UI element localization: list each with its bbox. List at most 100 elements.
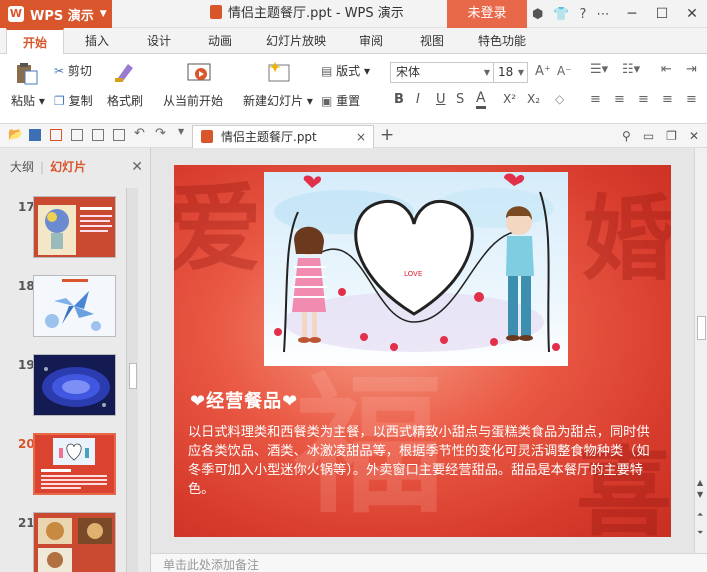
prev-slide-icon[interactable]: ⏶ [697, 510, 703, 520]
grow-font-icon[interactable]: A⁺ [535, 64, 551, 79]
shirt-icon[interactable]: 👕 [553, 7, 569, 22]
distribute-icon[interactable]: ≡ [686, 92, 697, 107]
clear-format-icon[interactable]: ◇ [555, 92, 564, 106]
scissors-icon: ✂ [54, 64, 65, 78]
panel-scroll-thumb[interactable] [129, 363, 137, 389]
tab-features[interactable]: 特色功能 [478, 28, 526, 54]
chevron-down-icon: ▼ [483, 68, 490, 77]
panel-scrollbar[interactable] [126, 188, 138, 572]
open-icon[interactable]: 📂 [8, 127, 23, 141]
window-controls: ─ ☐ ✕ [617, 0, 707, 28]
shadow-icon[interactable]: S [456, 92, 464, 107]
superscript-icon[interactable]: X² [503, 92, 516, 106]
pin-icon[interactable]: ⚲ [622, 129, 631, 143]
align-center-icon[interactable]: ≡ [614, 92, 625, 107]
more-icon[interactable]: ⋯ [596, 7, 609, 22]
tab-view[interactable]: 视图 [420, 28, 444, 54]
help-icon[interactable]: ? [580, 7, 587, 22]
title-toolbar: ⬢ 👕 ? ⋯ [532, 0, 609, 28]
subscript-icon[interactable]: X₂ [527, 92, 540, 106]
slide-body-text[interactable]: 以日式料理类和西餐类为主餐，以西式精致小甜点与蛋糕类食品为甜点，同时供应各类饮品… [188, 423, 658, 499]
find-icon[interactable] [113, 129, 125, 141]
export-pdf-icon[interactable] [50, 129, 62, 141]
tab-slideshow[interactable]: 幻灯片放映 [266, 28, 326, 54]
tab-animation[interactable]: 动画 [208, 28, 232, 54]
chevron-down-icon: ▼ [517, 68, 524, 77]
underline-icon[interactable]: U [436, 92, 446, 107]
notes-pane[interactable]: 单击此处添加备注 [151, 553, 707, 572]
format-painter-icon[interactable] [112, 60, 138, 84]
font-color-icon[interactable]: A [476, 90, 486, 109]
tab-insert[interactable]: 插入 [85, 28, 109, 54]
view-controls: ⚲ ▭ ❐ ✕ [622, 124, 707, 148]
couple-illustration: LOVE [264, 172, 568, 366]
close-tab-icon[interactable]: × [356, 126, 366, 148]
font-family-select[interactable]: 宋体 ▼ [390, 62, 494, 83]
bullets-icon[interactable]: ☰▾ [590, 62, 608, 77]
customize-icon[interactable]: ▼ [178, 127, 190, 139]
align-right-icon[interactable]: ≡ [638, 92, 649, 107]
maximize-icon[interactable]: ☐ [647, 0, 677, 28]
next-slide-icon[interactable]: ⏷ [697, 528, 703, 538]
cut-button[interactable]: ✂ 剪切 [54, 62, 92, 79]
shrink-font-icon[interactable]: A⁻ [557, 64, 572, 78]
panel-tabs: 大纲 | 幻灯片 ✕ [0, 148, 151, 184]
new-slide-icon[interactable] [266, 60, 292, 84]
tab-slides[interactable]: 幻灯片 [50, 160, 86, 174]
reset-icon: ▣ [321, 94, 333, 108]
slide-thumbnail-image [33, 512, 116, 572]
close-panel-icon[interactable]: ✕ [131, 148, 143, 186]
slide-thumbnail[interactable]: 18 [0, 275, 124, 343]
outdent-icon[interactable]: ⇥ [686, 62, 697, 77]
ppt-file-icon [201, 130, 213, 143]
slide-thumbnail-image [33, 275, 116, 337]
paste-button[interactable]: 粘贴 ▾ [11, 92, 45, 109]
window-icon[interactable]: ▭ [643, 129, 654, 143]
minimize-icon[interactable]: ─ [617, 0, 647, 28]
copy-button[interactable]: ❐ 复制 [54, 92, 93, 109]
tab-outline[interactable]: 大纲 [10, 160, 34, 174]
canvas-scroll-thumb[interactable] [697, 316, 706, 340]
login-button[interactable]: 未登录 [447, 0, 527, 28]
print-icon[interactable] [71, 129, 83, 141]
numbering-icon[interactable]: ☷▾ [622, 62, 640, 77]
italic-icon[interactable]: I [416, 92, 420, 107]
align-left-icon[interactable]: ≡ [590, 92, 601, 107]
font-size-select[interactable]: 18 ▼ [493, 62, 528, 83]
slide-thumbnail[interactable]: 17 [0, 196, 124, 264]
tab-review[interactable]: 审阅 [359, 28, 383, 54]
paste-icon[interactable] [14, 62, 40, 86]
format-painter-button[interactable]: 格式刷 [107, 92, 143, 109]
undo-icon[interactable]: ↶ [134, 126, 146, 141]
scroll-up-icon[interactable]: ▲ [697, 478, 703, 487]
slide-heading[interactable]: ❤经营餐品❤ [190, 387, 298, 413]
print-preview-icon[interactable] [92, 129, 104, 141]
tab-design[interactable]: 设计 [147, 28, 171, 54]
slideshow-from-current-icon[interactable] [186, 62, 212, 86]
canvas-scrollbar[interactable]: ▲ ▼ ⏶ ⏷ [694, 148, 707, 553]
new-tab-icon[interactable]: + [380, 125, 394, 145]
skin-icon[interactable]: ⬢ [532, 7, 543, 22]
slide-thumbnail[interactable]: 21 [0, 512, 124, 572]
scroll-down-icon[interactable]: ▼ [697, 490, 703, 499]
background-calligraphy: 爱 [174, 172, 262, 285]
app-menu-button[interactable]: W WPS 演示 ▼ [0, 0, 112, 28]
reset-button[interactable]: ▣ 重置 [321, 92, 360, 109]
document-tab[interactable]: 情侣主题餐厅.ppt × [192, 125, 374, 148]
current-slide[interactable]: 爱 婚 福 喜 LOVE ❤经营餐品❤ 以日式料理类和西餐类为主餐，以西式精致小… [174, 165, 671, 537]
tab-home[interactable]: 开始 [6, 28, 64, 55]
slide-thumbnail[interactable]: 19 [0, 354, 124, 422]
save-icon[interactable] [29, 129, 41, 141]
close-doc-icon[interactable]: ✕ [689, 129, 699, 143]
redo-icon[interactable]: ↷ [155, 126, 167, 141]
bold-icon[interactable]: B [394, 92, 404, 107]
from-current-button[interactable]: 从当前开始 [163, 92, 223, 109]
love-label: LOVE [404, 270, 422, 278]
layout-button[interactable]: ▤ 版式 ▾ [321, 62, 370, 79]
close-icon[interactable]: ✕ [677, 0, 707, 28]
justify-icon[interactable]: ≡ [662, 92, 673, 107]
new-slide-button[interactable]: 新建幻灯片 ▾ [243, 92, 313, 109]
restore-icon[interactable]: ❐ [666, 129, 677, 143]
indent-icon[interactable]: ⇤ [661, 62, 672, 77]
slide-thumbnail-active[interactable]: 20 [0, 433, 124, 501]
